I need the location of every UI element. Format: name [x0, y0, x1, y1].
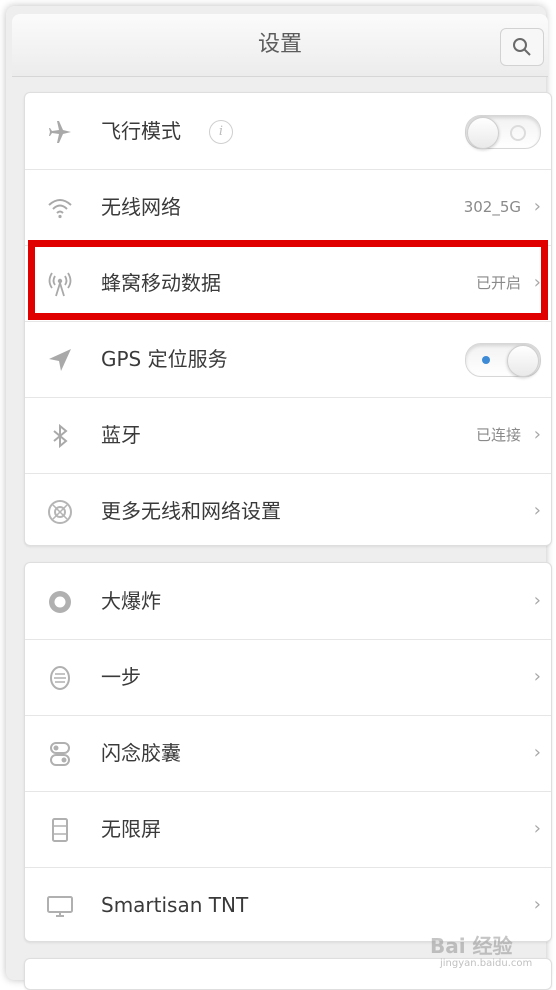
features-card: 大爆炸 › 一步 › 闪念胶囊 › 无限屏 › Smartisan TNT ›: [24, 562, 552, 942]
airplane-mode-row[interactable]: 飞行模式 i: [25, 93, 551, 170]
gps-label: GPS 定位服务: [101, 347, 228, 371]
chevron-right-icon: ›: [533, 894, 541, 915]
cellular-data-row[interactable]: 蜂窝移动数据 已开启 ›: [25, 245, 551, 322]
infinite-screen-row[interactable]: 无限屏 ›: [25, 791, 551, 868]
one-step-label: 一步: [101, 665, 141, 689]
cellular-data-value: 已开启: [475, 274, 521, 292]
infinite-screen-icon: [52, 818, 68, 842]
location-arrow-icon: [49, 349, 71, 371]
one-step-icon: [50, 666, 70, 690]
title-bar: 设置: [12, 14, 548, 77]
wifi-icon: [48, 199, 72, 219]
more-network-label: 更多无线和网络设置: [101, 499, 281, 523]
capsule-row[interactable]: 闪念胶囊 ›: [25, 715, 551, 792]
smartisan-tnt-label: Smartisan TNT: [101, 893, 249, 917]
chevron-right-icon: ›: [533, 272, 541, 293]
airplane-mode-toggle[interactable]: [465, 115, 541, 149]
airplane-icon: [49, 121, 71, 143]
info-icon[interactable]: i: [209, 120, 233, 144]
toggle-off-indicator: [510, 125, 526, 141]
wifi-row[interactable]: 无线网络 302_5G ›: [25, 169, 551, 246]
bluetooth-icon: [53, 423, 68, 449]
gps-row[interactable]: GPS 定位服务: [25, 321, 551, 398]
one-step-row[interactable]: 一步 ›: [25, 639, 551, 716]
more-network-row[interactable]: 更多无线和网络设置 ›: [25, 473, 551, 549]
chevron-right-icon: ›: [533, 818, 541, 839]
search-button[interactable]: [500, 28, 544, 66]
monitor-icon: [47, 896, 73, 917]
big-bang-label: 大爆炸: [101, 589, 161, 613]
chevron-right-icon: ›: [533, 500, 541, 521]
toggle-knob: [507, 345, 539, 377]
page-title: 设置: [257, 32, 302, 57]
wifi-value: 302_5G: [463, 198, 521, 216]
bluetooth-label: 蓝牙: [101, 423, 141, 447]
toggle-on-indicator: [482, 356, 490, 364]
infinite-screen-label: 无限屏: [101, 817, 161, 841]
search-icon: [513, 38, 531, 56]
more-network-icon: [48, 500, 72, 524]
bluetooth-value: 已连接: [475, 426, 521, 444]
chevron-right-icon: ›: [533, 666, 541, 687]
chevron-right-icon: ›: [533, 196, 541, 217]
chevron-right-icon: ›: [533, 742, 541, 763]
chevron-right-icon: ›: [533, 590, 541, 611]
big-bang-row[interactable]: 大爆炸 ›: [25, 563, 551, 640]
baidu-watermark: Bai 经验: [430, 934, 513, 958]
bluetooth-row[interactable]: 蓝牙 已连接 ›: [25, 397, 551, 474]
chevron-right-icon: ›: [533, 424, 541, 445]
airplane-mode-label: 飞行模式: [101, 119, 181, 143]
gps-toggle[interactable]: [465, 343, 541, 377]
network-settings-card: 飞行模式 i 无线网络 302_5G › 蜂窝移动数据 已开启 › GPS 定位…: [24, 92, 552, 546]
capsule-icon: [50, 742, 70, 766]
toggle-knob: [467, 117, 499, 149]
baidu-watermark-url: jingyan.baidu.com: [440, 958, 533, 969]
big-bang-icon: [49, 591, 71, 613]
wifi-label: 无线网络: [101, 195, 181, 219]
capsule-label: 闪念胶囊: [101, 741, 181, 765]
cellular-icon: [48, 272, 72, 297]
cellular-data-label: 蜂窝移动数据: [101, 271, 221, 295]
